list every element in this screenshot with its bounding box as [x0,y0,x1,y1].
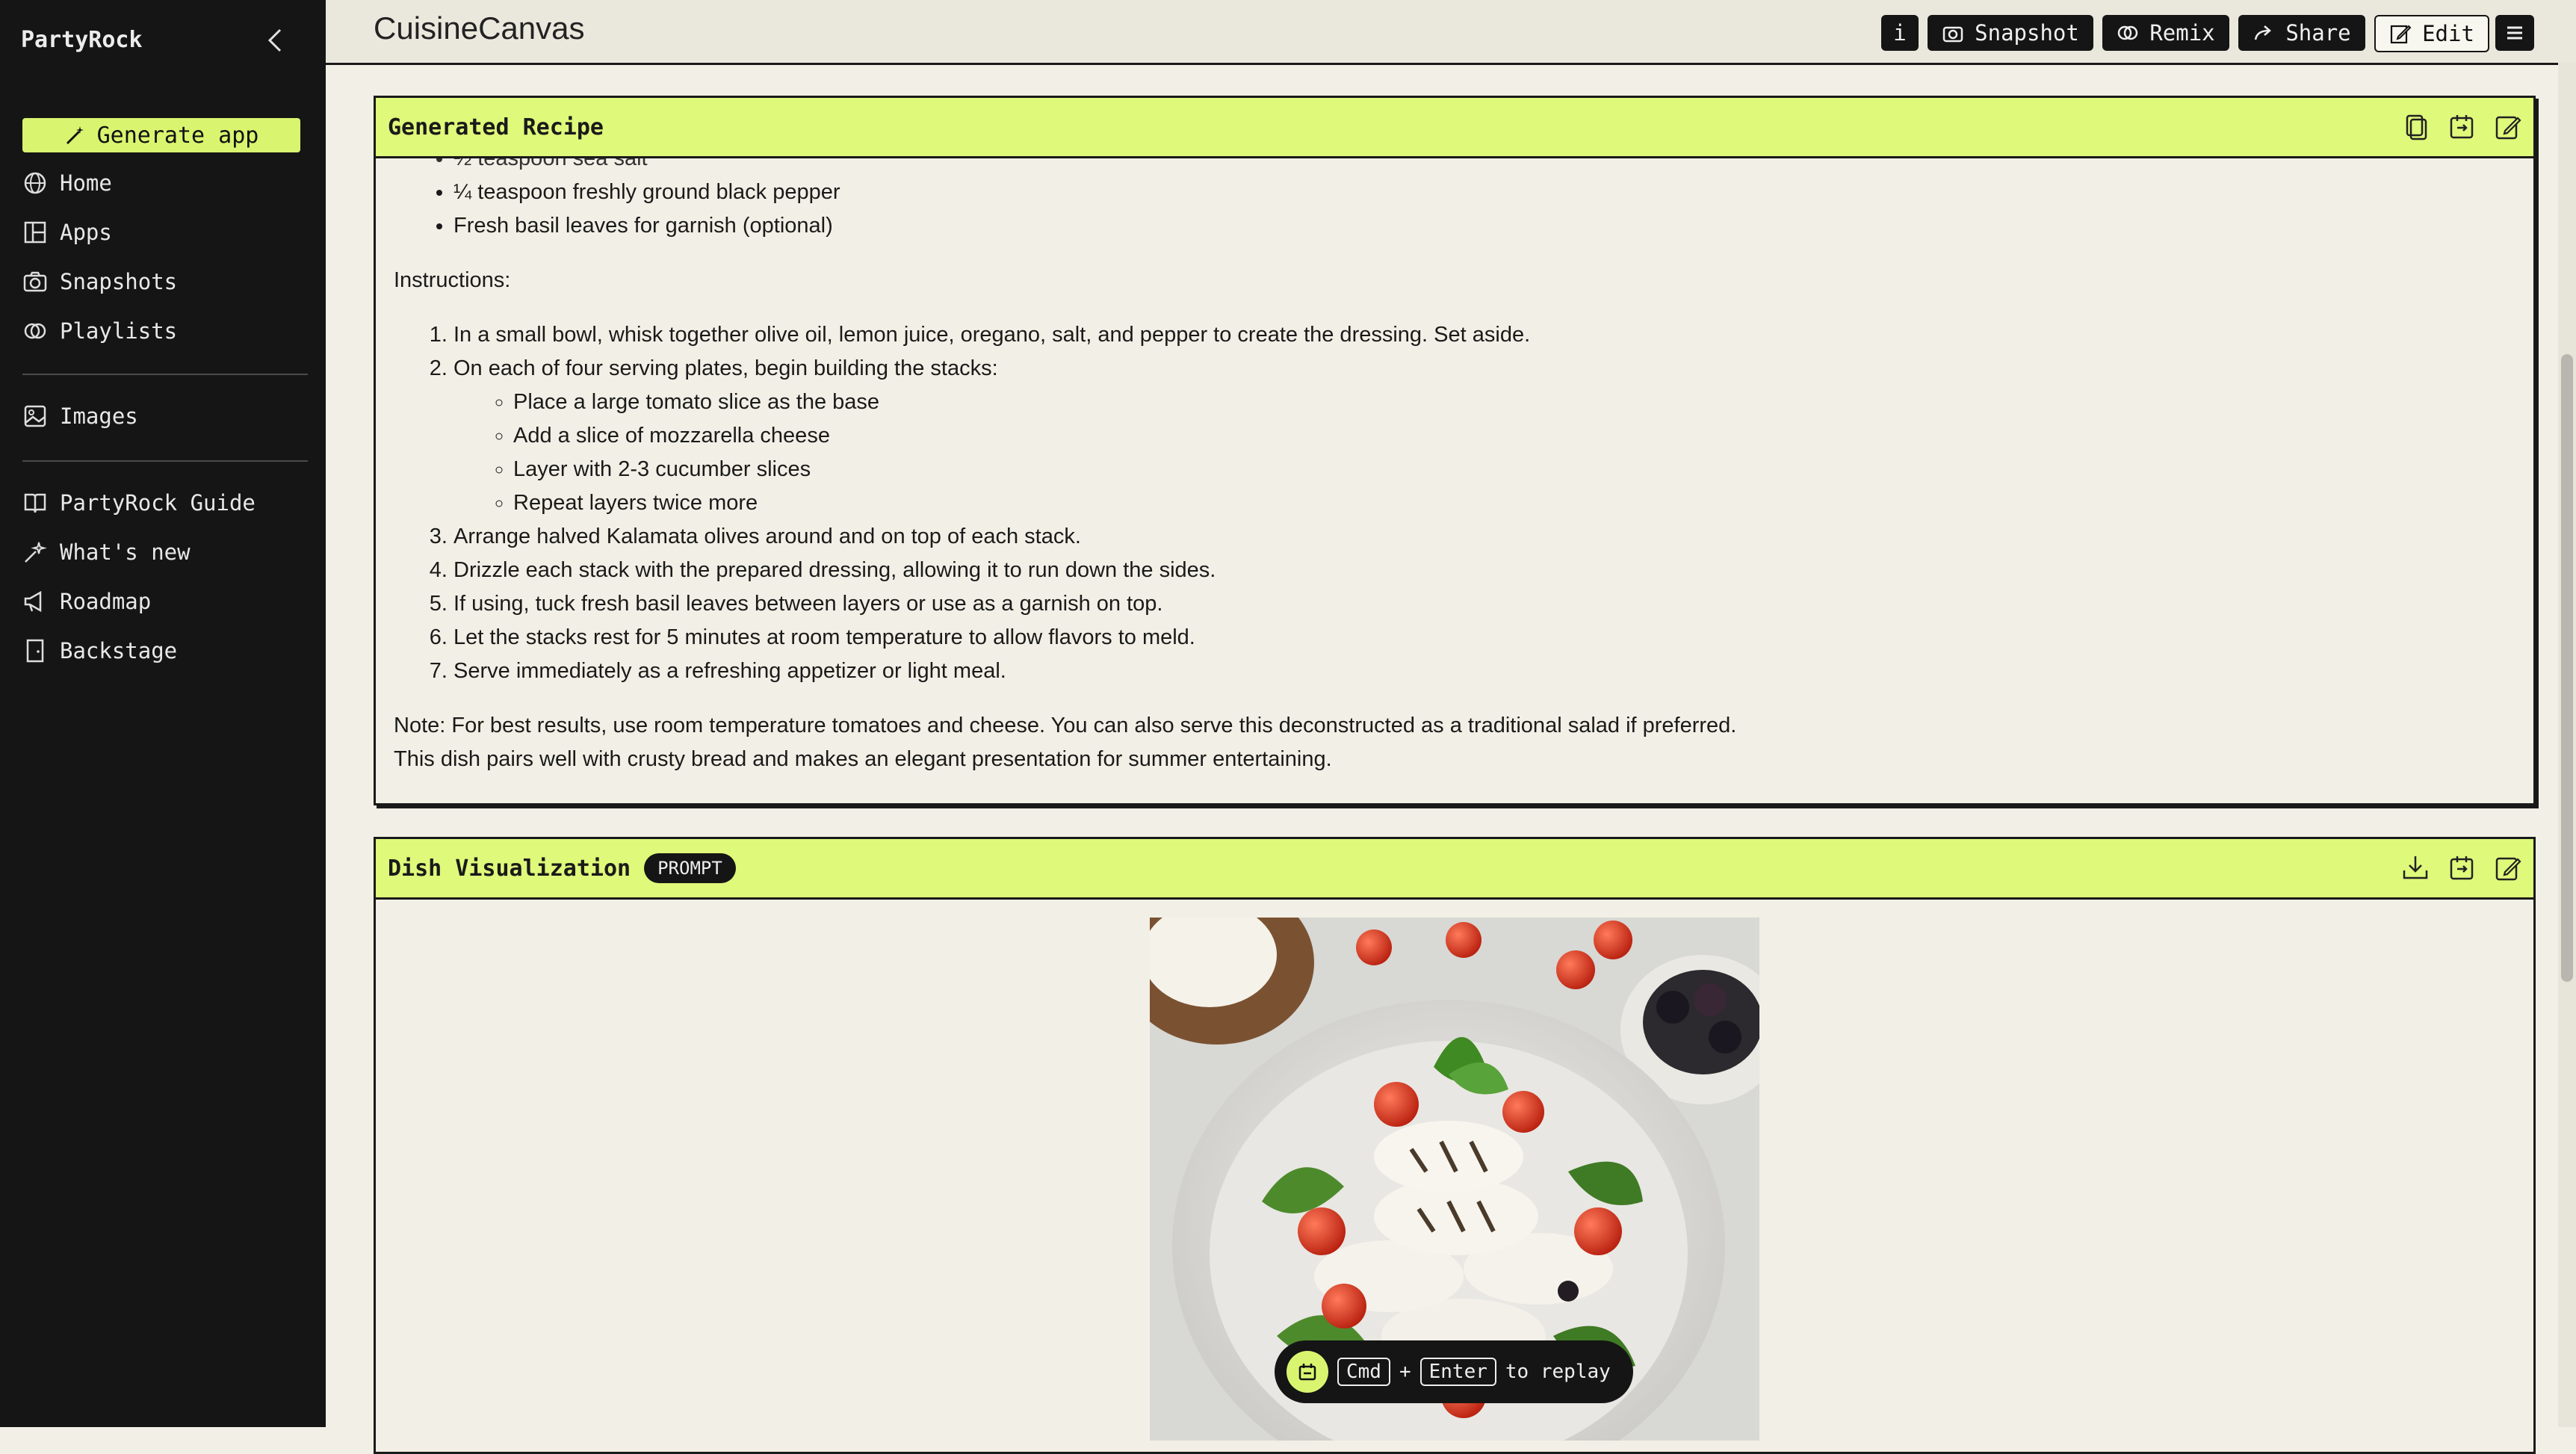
sidebar-item-label: What's new [60,539,191,565]
list-item: In a small bowl, whisk together olive oi… [453,318,2515,352]
book-icon [24,493,46,513]
list-item: Drizzle each stack with the prepared dre… [453,554,2515,587]
apps-icon [24,221,46,244]
ingredient-list: ½ teaspoon sea salt ¼ teaspoon freshly g… [394,158,2515,243]
playlist-icon [24,323,46,339]
sidebar-item-home[interactable]: Home [22,170,112,196]
list-item: If using, tuck fresh basil leaves betwee… [453,587,2515,621]
enter-key: Enter [1419,1358,1496,1386]
sidebar-item-backstage[interactable]: Backstage [22,638,177,663]
edit-label: Edit [2422,21,2474,46]
camera-icon [1942,26,1963,43]
remix-label: Remix [2149,20,2215,46]
sidebar-item-label: Snapshots [60,269,178,294]
top-bar: CuisineCanvas i Snapshot Remix Share Edi… [326,0,2576,65]
generate-app-button[interactable]: Generate app [22,118,300,152]
replay-text: to replay [1505,1361,1611,1383]
prompt-badge[interactable]: PROMPT [644,853,736,883]
remix-button[interactable]: Remix [2102,15,2229,51]
info-button[interactable]: i [1881,15,1919,51]
step-text: On each of four serving plates, begin bu… [453,356,998,380]
magic-wand-icon [66,126,84,145]
card-actions [2400,853,2523,882]
replay-hint[interactable]: Cmd + Enter to replay [1275,1340,1633,1403]
list-item: ¼ teaspoon freshly ground black pepper [453,176,2515,209]
sidebar-item-snapshots[interactable]: Snapshots [22,269,177,294]
brand-logo[interactable]: PartyRock [21,27,143,53]
sidebar-item-label: PartyRock Guide [60,490,256,516]
card-title: Generated Recipe [388,114,604,140]
camera-icon [23,271,47,292]
cmd-key: Cmd [1337,1358,1390,1386]
sidebar-item-images[interactable]: Images [22,403,138,429]
globe-icon [24,172,46,194]
megaphone-icon [24,590,42,613]
sidebar-item-label: Images [60,403,138,429]
sidebar-divider [22,460,308,462]
regenerate-icon[interactable] [2447,853,2477,882]
regenerate-icon[interactable] [2447,111,2477,141]
snapshot-label: Snapshot [1975,20,2079,46]
sidebar-item-playlists[interactable]: Playlists [22,318,177,344]
info-label: i [1893,20,1907,46]
sidebar-item-label: Home [60,170,112,196]
sidebar-item-roadmap[interactable]: Roadmap [22,589,151,614]
share-arrow-icon [2255,25,2272,40]
collapse-sidebar-icon[interactable] [261,25,291,55]
instructions-heading: Instructions: [394,268,511,292]
remix-icon [2118,25,2138,40]
sparkle-icon [25,542,47,563]
sidebar-item-label: Playlists [60,318,178,344]
recipe-content: ½ teaspoon sea salt ¼ teaspoon freshly g… [376,158,2533,803]
card-title: Dish Visualization [388,855,631,882]
list-item: ½ teaspoon sea salt [453,158,2515,176]
menu-button[interactable] [2495,15,2534,51]
sidebar-item-whats-new[interactable]: What's new [22,539,191,565]
card-actions [2400,111,2523,141]
sidebar-item-apps[interactable]: Apps [22,220,112,245]
sidebar-item-label: Roadmap [60,589,152,614]
card-header: Generated Recipe [376,98,2533,158]
sidebar: PartyRock Generate app Home Apps Snapsho… [0,0,326,1427]
scrollbar[interactable] [2558,63,2576,1427]
list-item: Fresh basil leaves for garnish (optional… [453,209,2515,243]
list-item: Add a slice of mozzarella cheese [513,419,2515,453]
download-icon[interactable] [2400,853,2430,882]
list-item: On each of four serving plates, begin bu… [453,352,2515,520]
list-item: Place a large tomato slice as the base [513,386,2515,419]
hamburger-menu-icon [2507,26,2522,40]
sidebar-item-label: Apps [60,220,112,245]
list-item: Let the stacks rest for 5 minutes at roo… [453,621,2515,655]
note-text: Note: For best results, use room tempera… [394,714,1737,737]
images-icon [24,405,46,427]
sidebar-item-guide[interactable]: PartyRock Guide [22,490,256,516]
sidebar-divider [22,374,308,375]
sidebar-item-label: Backstage [60,638,178,663]
edit-card-icon[interactable] [2493,111,2523,141]
snapshot-button[interactable]: Snapshot [1928,15,2093,51]
generated-recipe-card: Generated Recipe ½ teaspoon sea salt ¼ t… [374,96,2536,805]
edit-card-icon[interactable] [2493,853,2523,882]
edit-pencil-icon [2390,25,2412,44]
list-item: Arrange halved Kalamata olives around an… [453,520,2515,554]
instruction-steps: In a small bowl, whisk together olive oi… [394,318,2515,688]
substep-list: Place a large tomato slice as the base A… [453,386,2515,520]
generate-app-label: Generate app [96,122,259,149]
share-label: Share [2285,20,2351,46]
plus-sign: + [1399,1361,1411,1383]
list-item: Repeat layers twice more [513,486,2515,520]
app-title: CuisineCanvas [374,10,585,46]
door-icon [26,639,44,663]
list-item: Layer with 2-3 cucumber slices [513,453,2515,486]
copy-icon[interactable] [2400,111,2430,141]
list-item: Serve immediately as a refreshing appeti… [453,655,2515,688]
card-header: Dish Visualization PROMPT [376,839,2533,900]
share-button[interactable]: Share [2238,15,2365,51]
note-text: This dish pairs well with crusty bread a… [394,747,1332,771]
edit-button[interactable]: Edit [2374,15,2489,52]
replay-icon[interactable] [1287,1351,1328,1393]
scrollbar-thumb[interactable] [2561,354,2573,982]
